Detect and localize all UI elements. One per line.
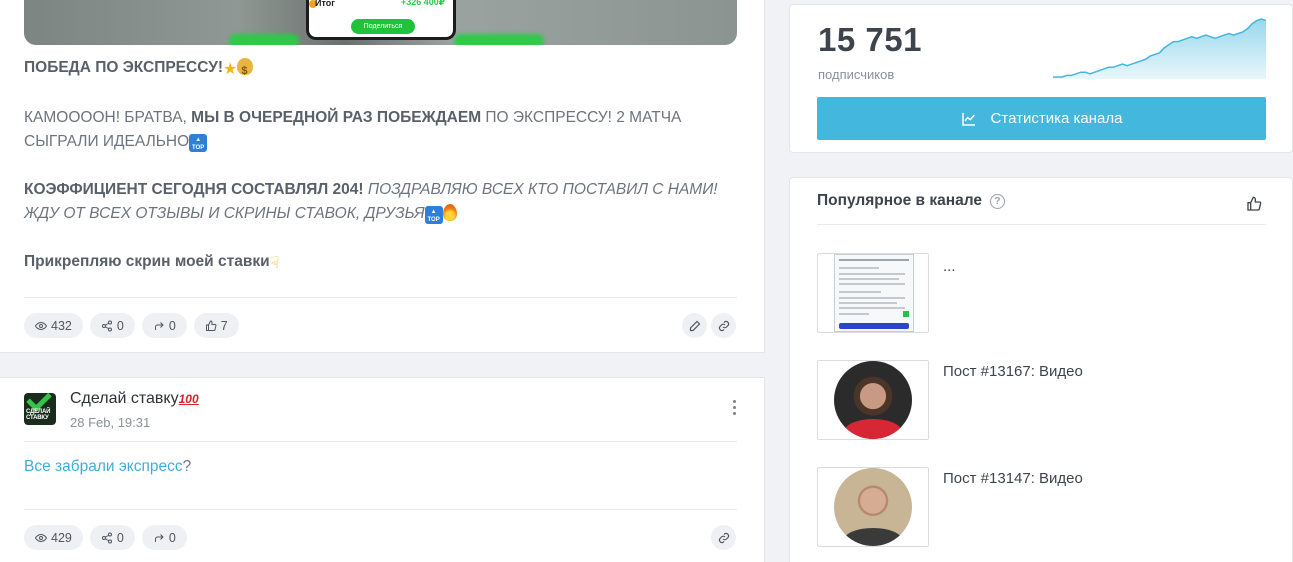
post-text-bold: Прикрепляю скрин моей ставки xyxy=(24,253,270,270)
channel-name[interactable]: Сделай ставку100 xyxy=(70,390,199,408)
top-emoji-icon: ▲ TOP xyxy=(424,206,443,224)
popular-title: Популярное в канале ? xyxy=(817,192,1005,210)
post-paragraph: КАМООООН! БРАТВА, МЫ В ОЧЕРЕДНОЙ РАЗ ПОБ… xyxy=(24,106,734,154)
eye-icon xyxy=(35,533,47,542)
edit-button[interactable] xyxy=(682,313,707,338)
popular-item-thumbnail[interactable] xyxy=(817,467,929,547)
line-chart-icon xyxy=(961,112,975,126)
post-text-suffix: ? xyxy=(182,458,192,475)
copy-link-button[interactable] xyxy=(711,313,736,338)
post-text-bold: МЫ В ОЧЕРЕДНОЙ РАЗ ПОБЕЖДАЕМ xyxy=(191,109,482,126)
link-icon xyxy=(718,532,729,543)
eye-icon xyxy=(35,321,47,330)
popular-card: Популярное в канале ? ... Пост #13167: В… xyxy=(789,177,1293,562)
post-stats: 432 0 0 7 xyxy=(24,313,239,338)
post-divider xyxy=(24,441,737,442)
channel-stats-button-label: Статистика канала xyxy=(990,110,1123,127)
views-count: 432 xyxy=(51,318,72,333)
channel-name-text: Сделай ставку xyxy=(70,390,179,407)
likes-button[interactable]: 7 xyxy=(193,313,239,338)
popular-item-label[interactable]: Пост #13147: Видео xyxy=(943,470,1083,487)
post-image[interactable]: Итог +326 400₽ Поделиться xyxy=(24,0,737,45)
popular-divider xyxy=(817,224,1266,225)
shares-button[interactable]: 0 xyxy=(89,525,135,550)
views-count: 429 xyxy=(51,530,72,545)
image-blur-shape xyxy=(229,34,299,45)
popular-item-label[interactable]: ... xyxy=(943,258,956,275)
phone-itog-label: Итог xyxy=(315,0,336,8)
subscribers-count: 15 751 xyxy=(818,21,922,58)
shares-button[interactable]: 0 xyxy=(89,313,135,338)
forwards-count: 0 xyxy=(168,318,176,333)
views-button[interactable]: 432 xyxy=(24,313,83,338)
post-title-line: ПОБЕДА ПО ЭКСПРЕССУ!★ xyxy=(24,56,734,83)
top-emoji-icon: ▲ TOP xyxy=(189,134,208,152)
post-text: ПОБЕДА ПО ЭКСПРЕССУ!★ КАМООООН! БРАТВА, … xyxy=(24,56,734,300)
post-divider xyxy=(24,297,737,298)
popular-item-thumbnail[interactable] xyxy=(817,360,929,440)
hundred-emoji-icon: 100 xyxy=(178,392,199,406)
channel-avatar[interactable]: СДЕЛАЙ СТАВКУ xyxy=(24,393,56,425)
views-button[interactable]: 429 xyxy=(24,525,83,550)
pencil-icon xyxy=(689,320,700,331)
thumbs-up-icon[interactable] xyxy=(1246,196,1262,212)
share-icon xyxy=(101,320,112,331)
help-icon[interactable]: ? xyxy=(989,193,1005,209)
post-paragraph: Прикрепляю скрин моей ставки☟ xyxy=(24,250,734,276)
image-blur-shape xyxy=(454,34,544,45)
popular-item-label[interactable]: Пост #13167: Видео xyxy=(943,363,1083,380)
avatar-text: СДЕЛАЙ СТАВКУ xyxy=(26,409,51,421)
post-card: Итог +326 400₽ Поделиться ПОБЕДА ПО ЭКСП… xyxy=(0,0,765,353)
forwards-count: 0 xyxy=(168,530,176,545)
post-text-span: КАМООООН! БРАТВА, xyxy=(24,109,192,126)
post-text: Все забрали экспресс? xyxy=(24,458,191,476)
copy-link-button[interactable] xyxy=(711,525,736,550)
subscribers-label: подписчиков xyxy=(818,67,895,82)
likes-count: 7 xyxy=(220,318,228,333)
post-stats: 429 0 0 xyxy=(24,525,187,550)
channel-stats-button[interactable]: Статистика канала xyxy=(817,97,1266,140)
post-title: ПОБЕДА ПО ЭКСПРЕССУ! xyxy=(24,59,224,76)
forwards-button[interactable]: 0 xyxy=(141,525,187,550)
link-icon xyxy=(718,320,729,331)
share-icon xyxy=(101,532,112,543)
channel-stats-card: 15 751 подписчиков Статистика канала xyxy=(789,4,1293,153)
forward-icon xyxy=(154,533,164,542)
star-emoji-icon: ★ xyxy=(223,61,238,78)
forwards-button[interactable]: 0 xyxy=(141,313,187,338)
post-divider xyxy=(24,509,737,510)
more-menu-button[interactable] xyxy=(727,398,741,418)
thumbs-up-icon xyxy=(205,319,217,331)
post-text-bold: КОЭФФИЦИЕНТ СЕГОДНЯ СОСТАВЛЯЛ 204! xyxy=(24,181,364,198)
money-bag-emoji-icon xyxy=(237,58,254,83)
bet-slip-thumbnail xyxy=(834,254,914,332)
shares-count: 0 xyxy=(116,318,124,333)
subscribers-sparkline xyxy=(1053,18,1266,79)
sparkline-area xyxy=(1053,19,1266,79)
pointing-down-emoji-icon: ☟ xyxy=(269,255,280,272)
post-link[interactable]: Все забрали экспресс xyxy=(24,458,183,475)
popular-item-thumbnail[interactable] xyxy=(817,253,929,333)
shares-count: 0 xyxy=(116,530,124,545)
video-thumbnail xyxy=(834,468,912,546)
video-thumbnail xyxy=(834,361,912,439)
post-paragraph: КОЭФФИЦИЕНТ СЕГОДНЯ СОСТАВЛЯЛ 204! ПОЗДР… xyxy=(24,178,734,226)
popular-title-text: Популярное в канале xyxy=(817,192,982,209)
phone-screenshot: Итог +326 400₽ Поделиться xyxy=(306,0,456,40)
post-card: СДЕЛАЙ СТАВКУ Сделай ставку100 28 Feb, 1… xyxy=(0,377,765,562)
phone-share-button: Поделиться xyxy=(351,19,415,34)
post-date: 28 Feb, 19:31 xyxy=(70,415,151,430)
phone-amount: +326 400₽ xyxy=(400,0,445,7)
fire-emoji-icon xyxy=(442,204,457,221)
forward-icon xyxy=(154,321,164,330)
